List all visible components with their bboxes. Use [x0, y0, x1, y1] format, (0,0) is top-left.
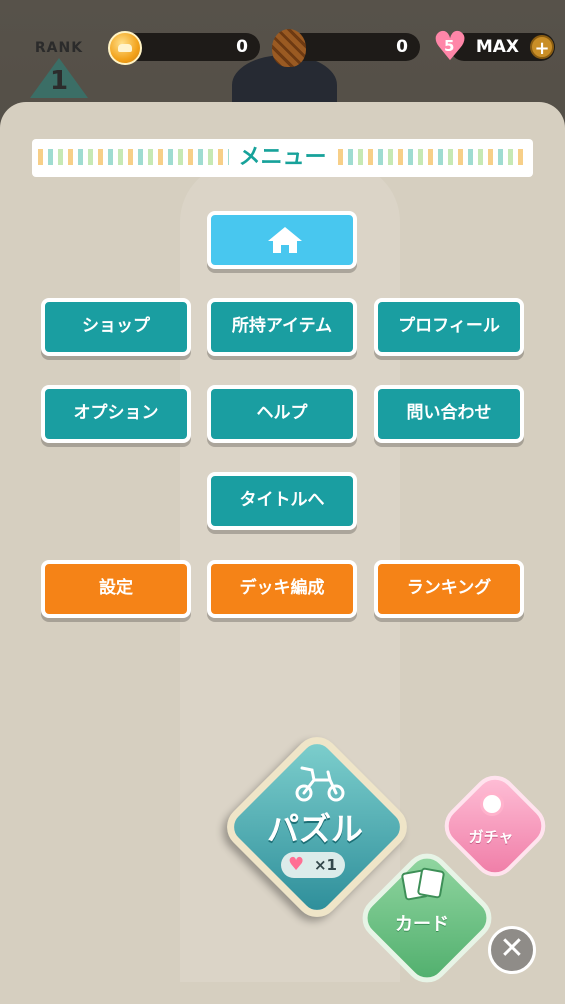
coin-icon — [108, 31, 142, 65]
gacha-label: ガチャ — [468, 828, 514, 846]
options-button[interactable]: オプション — [41, 385, 191, 443]
deck-edit-button[interactable]: デッキ編成 — [207, 560, 357, 618]
shop-button[interactable]: ショップ — [41, 298, 191, 356]
puzzle-label: パズル — [266, 810, 363, 848]
contact-button[interactable]: 問い合わせ — [374, 385, 524, 443]
to-title-button[interactable]: タイトルへ — [207, 472, 357, 530]
ranking-button[interactable]: ランキング — [374, 560, 524, 618]
menu-title: メニュー — [228, 142, 337, 174]
rank-badge: RANK 1 — [30, 40, 88, 102]
cards-icon — [401, 867, 445, 901]
card-label: カード — [395, 914, 449, 935]
help-button[interactable]: ヘルプ — [207, 385, 357, 443]
menu-title-bar: メニュー — [32, 139, 533, 177]
heart-cost-icon: ♥ — [288, 854, 305, 875]
home-icon — [268, 227, 302, 253]
home-button[interactable] — [207, 211, 357, 269]
settings-button[interactable]: 設定 — [41, 560, 191, 618]
rank-title: RANK — [34, 40, 84, 56]
scooter-icon — [295, 766, 345, 802]
rank-value: 1 — [30, 58, 88, 98]
close-menu-button[interactable]: ✕ — [488, 926, 536, 974]
gacha-capsule-icon — [480, 792, 504, 816]
hearts-count: 5 — [444, 37, 455, 55]
add-hearts-button[interactable]: + — [530, 35, 554, 59]
pinecone-icon — [272, 29, 306, 67]
profile-button[interactable]: プロフィール — [374, 298, 524, 356]
inventory-button[interactable]: 所持アイテム — [207, 298, 357, 356]
